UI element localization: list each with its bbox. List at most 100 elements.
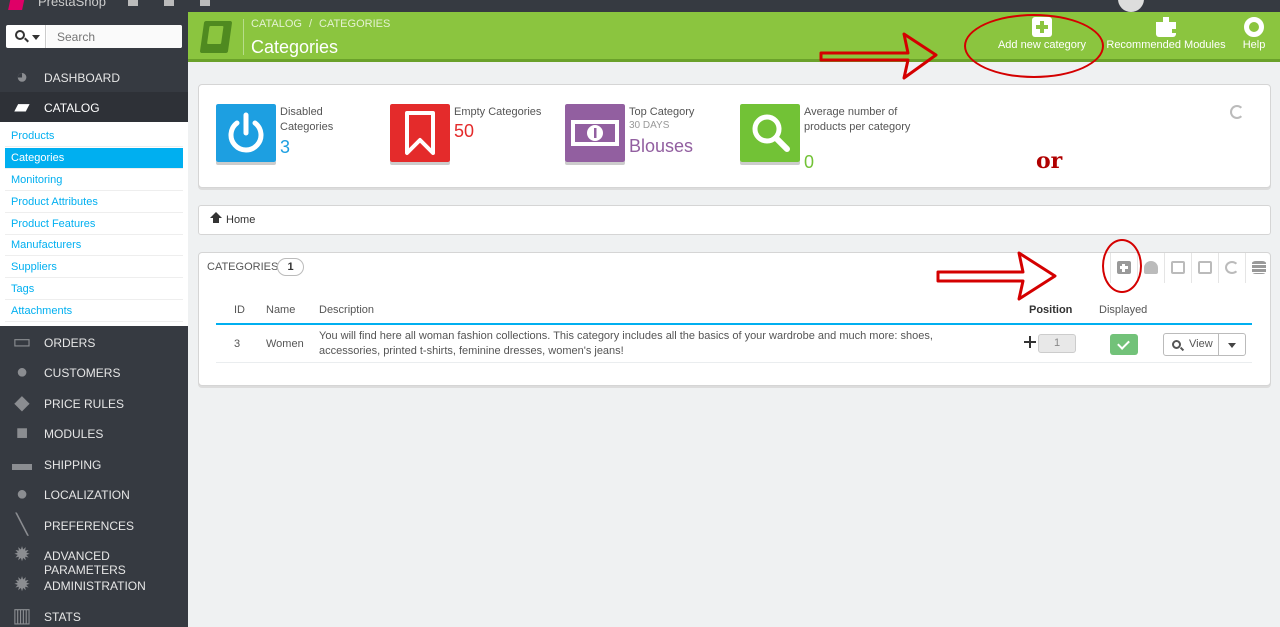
puzzle-icon: ■ xyxy=(15,422,29,444)
table-row[interactable]: 3 Women You will find here all woman fas… xyxy=(216,325,1252,363)
submenu-item-suppliers[interactable]: Suppliers xyxy=(5,257,183,278)
book-icon: ▰ xyxy=(14,96,30,118)
kpi-title: Average number of products per category xyxy=(804,106,911,133)
cart-icon[interactable] xyxy=(164,0,174,6)
sidebar-item-label: PRICE RULES xyxy=(44,397,125,411)
search-type-button[interactable] xyxy=(6,25,46,48)
share-icon xyxy=(1198,261,1212,274)
column-header-name[interactable]: Name xyxy=(266,304,295,316)
submenu-item-tags[interactable]: Tags xyxy=(5,279,183,300)
submenu-item-product-features[interactable]: Product Features xyxy=(5,214,183,235)
search-input[interactable] xyxy=(47,25,182,48)
edit-toolbar-button[interactable] xyxy=(1164,253,1191,283)
sidebar-item-shipping[interactable]: ▬ SHIPPING xyxy=(0,449,188,479)
sidebar-item-catalog[interactable]: ▰ CATALOG xyxy=(0,92,188,122)
count-badge: 1 xyxy=(277,258,304,276)
bookmark-icon xyxy=(390,104,450,162)
avatar[interactable] xyxy=(1118,0,1144,12)
cloud-upload-icon xyxy=(1144,261,1158,274)
column-header-displayed[interactable]: Displayed xyxy=(1099,304,1147,316)
zoom-in-icon xyxy=(1172,340,1181,349)
database-icon xyxy=(1252,261,1266,274)
refresh-icon xyxy=(1225,261,1239,274)
sidebar-item-label: STATS xyxy=(44,610,81,624)
help-label: Help xyxy=(1242,39,1266,51)
sidebar-item-label: PREFERENCES xyxy=(44,519,135,533)
sidebar-item-dashboard[interactable]: ◕ DASHBOARD xyxy=(0,62,188,92)
wrench-icon: ╲ xyxy=(15,514,29,536)
lifebuoy-icon xyxy=(1244,17,1264,37)
user-icon[interactable] xyxy=(200,0,210,6)
dashboard-icon: ◕ xyxy=(15,66,29,88)
kpi-value: 3 xyxy=(280,137,291,157)
sidebar-item-label: ORDERS xyxy=(44,336,96,350)
kpi-value: 0 xyxy=(804,152,815,172)
kpi-value: 50 xyxy=(454,121,475,141)
home-icon[interactable] xyxy=(128,0,138,6)
submenu-item-products[interactable]: Products xyxy=(5,126,183,147)
sidebar-item-administration[interactable]: ✹ ADMINISTRATION xyxy=(0,570,188,600)
kpi-value: Blouses xyxy=(629,136,694,156)
money-icon xyxy=(565,104,625,162)
breadcrumb-catalog[interactable]: CATALOG xyxy=(251,18,302,30)
view-label: View xyxy=(1189,338,1213,350)
search-icon xyxy=(15,30,25,40)
sidebar: ◕ DASHBOARD ▰ CATALOG Products Categorie… xyxy=(0,12,188,627)
annotation-circle-toolbar xyxy=(1102,239,1142,293)
refresh-icon[interactable] xyxy=(1230,105,1244,119)
submenu-item-manufacturers[interactable]: Manufacturers xyxy=(5,235,183,256)
submenu-item-categories[interactable]: Categories xyxy=(5,148,183,169)
kpi-subtitle: 30 DAYS xyxy=(629,120,670,131)
position-value: 1 xyxy=(1038,334,1076,353)
sidebar-item-label: ADMINISTRATION xyxy=(44,579,146,593)
sidebar-item-advanced-parameters[interactable]: ✹ ADVANCED PARAMETERS xyxy=(0,540,188,577)
panel-title: CATEGORIES xyxy=(207,261,279,273)
cell-description: You will find here all woman fashion col… xyxy=(319,330,933,357)
tree-breadcrumb-panel: Home xyxy=(198,205,1271,235)
help-button[interactable]: Help xyxy=(1238,17,1270,51)
brand-name: PrestaShop xyxy=(38,0,106,9)
credit-card-icon: ▭ xyxy=(12,331,32,353)
top-navbar: PrestaShop xyxy=(0,0,1280,12)
drag-handle-icon[interactable] xyxy=(1024,336,1036,348)
caret-down-icon xyxy=(32,35,40,40)
kpi-title: Top Category xyxy=(629,106,695,118)
sidebar-item-label: SHIPPING xyxy=(44,458,102,472)
sidebar-item-modules[interactable]: ■ MODULES xyxy=(0,418,188,448)
cell-name: Women xyxy=(266,338,304,350)
refresh-toolbar-button[interactable] xyxy=(1218,253,1245,283)
sidebar-item-localization[interactable]: ● LOCALIZATION xyxy=(0,479,188,509)
sidebar-item-orders[interactable]: ▭ ORDERS xyxy=(0,327,188,357)
book-icon xyxy=(199,21,233,53)
annotation-circle-header xyxy=(964,14,1104,78)
row-actions-dropdown-button[interactable] xyxy=(1218,333,1246,356)
submenu-item-product-attributes[interactable]: Product Attributes xyxy=(5,192,183,213)
recommended-modules-label: Recommended Modules xyxy=(1106,39,1226,51)
displayed-toggle[interactable] xyxy=(1110,334,1138,355)
sidebar-item-label: CUSTOMERS xyxy=(44,366,121,380)
globe-icon: ● xyxy=(15,483,29,505)
column-header-description[interactable]: Description xyxy=(319,304,374,316)
submenu-item-attachments[interactable]: Attachments xyxy=(5,301,183,322)
column-header-id[interactable]: ID xyxy=(234,304,245,316)
sidebar-item-customers[interactable]: ● CUSTOMERS xyxy=(0,357,188,387)
cogs-icon: ✹ xyxy=(13,544,31,566)
sidebar-item-preferences[interactable]: ╲ PREFERENCES xyxy=(0,510,188,540)
sql-toolbar-button[interactable] xyxy=(1245,253,1272,283)
sidebar-item-stats[interactable]: ▥ STATS xyxy=(0,601,188,627)
users-icon: ● xyxy=(15,361,29,383)
kpi-panel: Disabled Categories 3 Empty Categories 5… xyxy=(198,84,1271,188)
kpi-title: Empty Categories xyxy=(454,106,542,118)
column-header-position[interactable]: Position xyxy=(1029,304,1072,316)
sidebar-item-price-rules[interactable]: ◆ PRICE RULES xyxy=(0,388,188,418)
recommended-modules-button[interactable]: Recommended Modules xyxy=(1101,17,1231,51)
export-toolbar-button[interactable] xyxy=(1191,253,1218,283)
submenu-item-monitoring[interactable]: Monitoring xyxy=(5,170,183,191)
cog-icon: ✹ xyxy=(13,574,31,596)
header-divider xyxy=(243,19,244,55)
prestashop-logo-icon[interactable] xyxy=(8,0,26,10)
view-button[interactable]: View xyxy=(1163,333,1219,356)
breadcrumb-categories[interactable]: CATEGORIES xyxy=(319,18,390,30)
bar-chart-icon: ▥ xyxy=(12,605,32,627)
home-breadcrumb-link[interactable]: Home xyxy=(226,214,255,226)
